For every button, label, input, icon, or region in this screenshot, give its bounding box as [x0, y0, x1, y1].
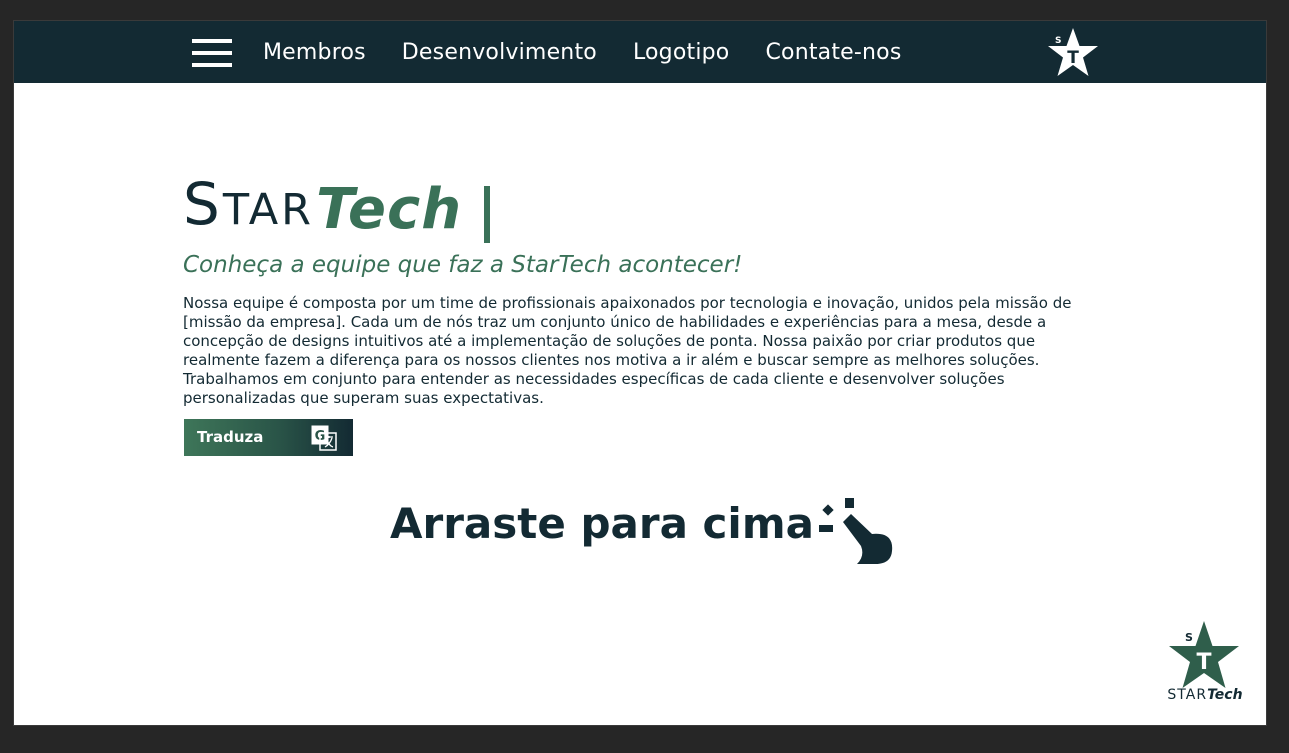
nav-link-membros[interactable]: Membros [263, 40, 366, 65]
hamburger-menu-icon[interactable] [192, 39, 232, 67]
corner-tech-text: Tech [1207, 687, 1243, 703]
star-logo-icon[interactable]: S T [1046, 27, 1100, 79]
nav-link-desenvolvimento[interactable]: Desenvolvimento [402, 40, 597, 65]
star-logo-icon: S T [1169, 621, 1239, 688]
corner-logo-inner-letter: T [1196, 650, 1211, 675]
corner-wordmark: STARTech [1157, 687, 1253, 703]
brand-star-initial: S [183, 170, 223, 238]
brand-star-rest: TAR [222, 185, 315, 235]
nav-links: Membros Desenvolvimento Logotipo Contate… [263, 21, 902, 83]
brand-wordmark: STAR Tech [183, 175, 491, 243]
brand-tech-text: Tech [316, 177, 463, 242]
swipe-up-hand-icon[interactable] [817, 496, 895, 566]
corner-logo-letter: S [1185, 631, 1193, 644]
hero-description: Nossa equipe é composta por um time de p… [183, 294, 1072, 407]
swipe-up-label: Arraste para cima [390, 499, 814, 548]
hero-tagline: Conheça a equipe que faz a StarTech acon… [183, 252, 743, 278]
top-navbar: Membros Desenvolvimento Logotipo Contate… [14, 21, 1266, 83]
star-logo-inner-letter: T [1067, 48, 1079, 68]
google-translate-icon: G [311, 425, 337, 451]
translate-button[interactable]: Traduza G [184, 419, 353, 456]
nav-link-logotipo[interactable]: Logotipo [633, 40, 730, 65]
star-logo-letter: S [1055, 36, 1061, 46]
app-window: Membros Desenvolvimento Logotipo Contate… [13, 20, 1267, 726]
typing-cursor [484, 186, 491, 243]
corner-logo: S T STARTech [1157, 619, 1253, 711]
brand-star-text: STAR [183, 175, 314, 239]
nav-link-contate-nos[interactable]: Contate-nos [765, 40, 901, 65]
translate-button-label: Traduza [197, 428, 264, 446]
corner-star-text: STAR [1167, 687, 1208, 703]
moon-icon[interactable] [1206, 38, 1232, 64]
